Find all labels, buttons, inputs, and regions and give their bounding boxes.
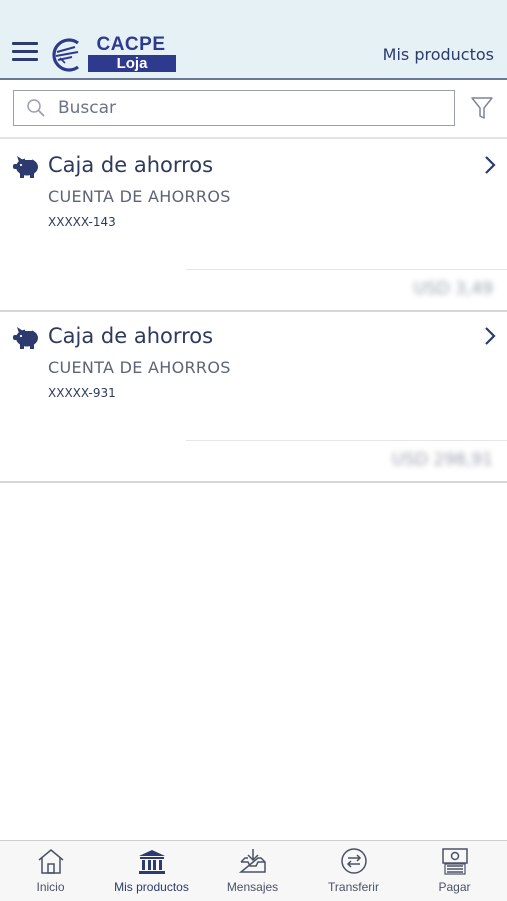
home-icon [38,849,64,874]
page-title: Mis productos [382,45,494,64]
product-title: Caja de ahorros [48,153,214,177]
account-balance: USD 298,91 [391,450,493,470]
account-balance: USD 3,49 [413,279,493,299]
tab-mis-productos[interactable]: Mis productos [101,841,202,901]
filter-icon[interactable] [470,95,494,121]
bank-icon [139,850,165,874]
product-card[interactable]: Caja de ahorros CUENTA DE AHORROS XXXXX-… [0,310,507,483]
tab-transferir[interactable]: Transferir [303,841,404,901]
tab-label: Pagar [438,880,471,894]
chevron-right-icon[interactable] [483,326,497,346]
cacpe-logo: CACPE Loja [48,34,176,74]
product-type: CUENTA DE AHORROS [48,187,231,206]
tab-label: Inicio [36,880,65,894]
search-box[interactable] [13,90,455,126]
account-number: XXXXX-931 [48,386,116,400]
search-icon [27,99,45,117]
card-divider [186,440,507,441]
logo-name: CACPE [96,34,166,55]
transfer-arrows-icon [341,848,367,874]
logo-city: Loja [88,55,176,72]
search-input[interactable] [58,91,438,124]
piggy-bank-icon [13,327,38,349]
tab-label: Transferir [328,880,379,894]
tab-inicio[interactable]: Inicio [0,841,101,901]
inbox-download-icon [238,849,266,873]
tab-label: Mensajes [226,880,279,894]
menu-button[interactable] [12,42,38,64]
logo-mark-icon [52,38,79,72]
card-divider [186,269,507,270]
product-card[interactable]: Caja de ahorros CUENTA DE AHORROS XXXXX-… [0,139,507,312]
piggy-bank-icon [13,156,38,178]
tab-label: Mis productos [114,880,189,894]
chevron-right-icon[interactable] [483,155,497,175]
tab-pagar[interactable]: Pagar [404,841,505,901]
product-title: Caja de ahorros [48,324,214,348]
bill-payment-icon [442,848,468,875]
account-number: XXXXX-143 [48,215,116,229]
bottom-tab-bar: Inicio Mis productos Mensajes Transferir [0,840,507,901]
tab-mensajes[interactable]: Mensajes [202,841,303,901]
app-header: CACPE Loja Mis productos [0,0,507,80]
card-bottom-divider [0,481,507,483]
product-type: CUENTA DE AHORROS [48,358,231,377]
hamburger-menu-icon [12,42,38,45]
